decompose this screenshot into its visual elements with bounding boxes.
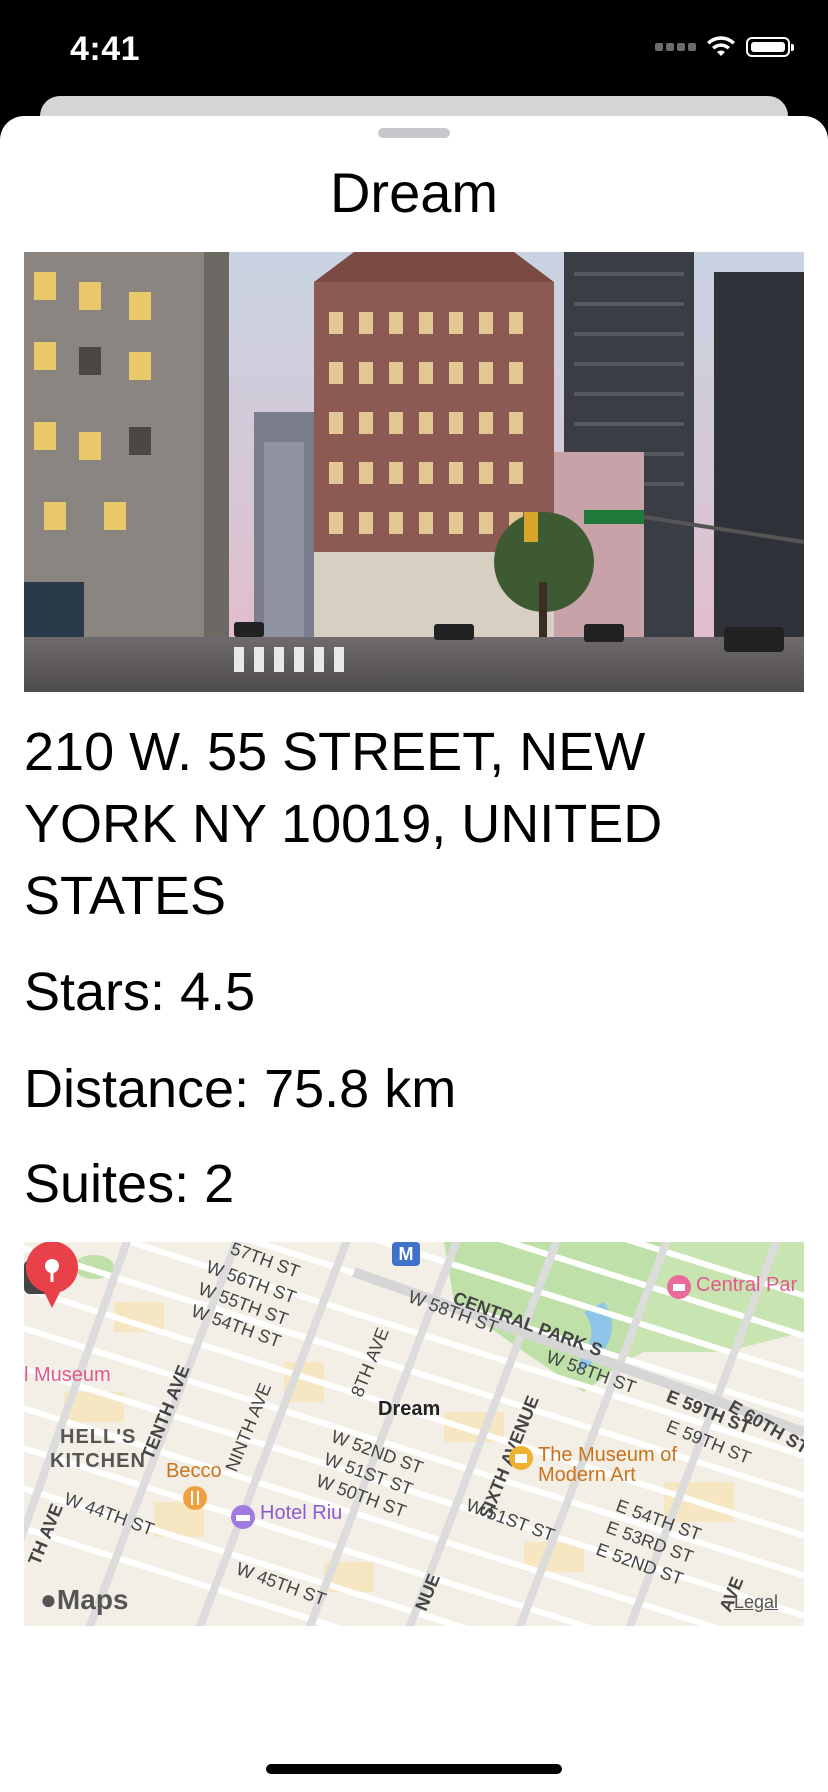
museum-label[interactable]: l Museum [24,1364,111,1387]
maps-logo-text: Maps [56,1584,129,1615]
location-map[interactable]: 9A M 57TH ST W 56TH ST W 55TH ST W 54TH … [24,1242,804,1626]
apple-maps-logo: ●Maps [40,1584,129,1616]
home-indicator[interactable] [266,1764,562,1774]
hotel-suites: Suites: 2 [24,1154,235,1214]
hotel-address: 210 W. 55 STREET, NEW YORK NY 10019, UNI… [24,722,663,926]
district-label: KITCHEN [50,1450,146,1472]
central-park-label[interactable]: Central Par [696,1274,797,1297]
apple-logo-icon: ● [40,1584,57,1615]
location-pin-icon[interactable] [24,1242,80,1308]
sheet-grabber[interactable] [378,128,450,138]
pin-label: Dream [378,1398,441,1420]
status-bar: 4:41 [0,0,828,100]
status-time: 4:41 [70,30,141,68]
hotel-distance: Distance: 75.8 km [24,1059,457,1119]
fork-knife-icon[interactable] [182,1485,208,1511]
district-label: HELL'S [60,1426,137,1448]
legal-link[interactable]: Legal [734,1592,778,1613]
status-icons [655,36,794,58]
park-icon[interactable] [666,1274,692,1300]
becco-label[interactable]: Becco [166,1460,222,1483]
sheet-title: Dream [329,161,499,224]
cellular-signal-icon [655,43,696,51]
battery-icon [746,37,794,57]
wifi-icon [707,36,735,56]
bed-icon[interactable] [230,1504,256,1530]
hotel-riu-label[interactable]: Hotel Riu [260,1502,342,1525]
hotel-detail-sheet: Dream 210 W. 55 STREET, NEW YORK NY 1001… [0,116,828,1792]
hotel-photo [24,252,804,692]
metro-icon[interactable]: M [392,1242,420,1266]
hotel-stars: Stars: 4.5 [24,962,256,1022]
museum-icon[interactable] [508,1445,534,1471]
moma-label-line-2[interactable]: Modern Art [538,1464,636,1487]
